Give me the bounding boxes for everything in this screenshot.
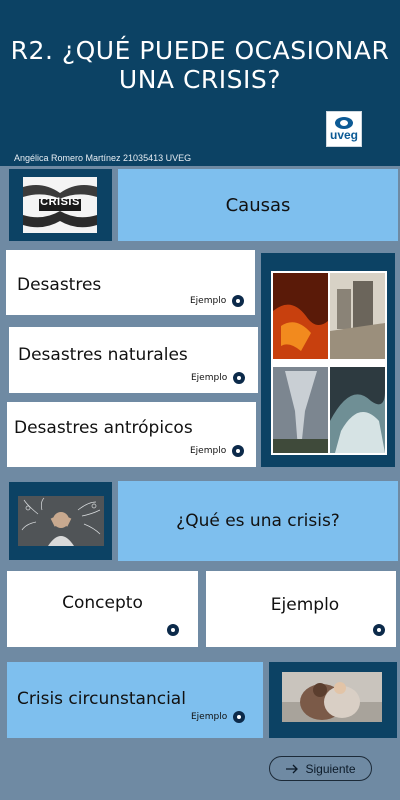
next-button-label: Siguiente [305,761,356,776]
natural-disasters-example-link[interactable]: Ejemplo [191,372,246,384]
example-label: Ejemplo [190,296,227,306]
example-label: Ejemplo [191,373,228,383]
uveg-logo-mark-icon [335,117,353,129]
natural-disasters-card[interactable]: Desastres naturales Ejemplo [9,327,258,393]
causes-card[interactable]: Causas [118,169,398,241]
concept-card[interactable]: Concepto [7,571,198,647]
header: R2. ¿QUÉ PUEDE OCASIONAR UNA CRISIS? uve… [0,0,400,166]
whatis-card[interactable]: ¿Qué es una crisis? [118,481,398,561]
natural-disasters-label: Desastres naturales [18,345,188,365]
page-title: R2. ¿QUÉ PUEDE OCASIONAR UNA CRISIS? [0,36,400,94]
concept-label: Concepto [62,593,143,613]
circumstantial-example-link[interactable]: Ejemplo [191,711,246,723]
disasters-label: Desastres [17,275,102,295]
uveg-logo-text: uveg [329,128,358,142]
disaster-collage [271,271,387,455]
circumstantial-label: Crisis circunstancial [17,689,186,709]
uveg-logo: uveg [326,111,362,147]
author-line: Angélica Romero Martínez 21035413 UVEG [14,153,192,163]
disaster-collage-frame [261,253,395,467]
eye-icon[interactable] [167,624,179,636]
anthropic-disasters-card[interactable]: Desastres antrópicos Ejemplo [7,402,256,467]
anthropic-disasters-label: Desastres antrópicos [14,418,193,438]
disasters-card[interactable]: Desastres Ejemplo [6,250,255,315]
page-title-line2: UNA CRISIS? [118,65,282,94]
causes-image-frame: CRISIS [9,169,112,241]
causes-label: Causas [225,195,291,216]
eye-icon[interactable] [233,711,246,723]
crisis-image-text: CRISIS [40,196,80,208]
eye-icon[interactable] [232,445,245,457]
eye-icon[interactable] [373,624,385,636]
hug-image [282,672,382,722]
example-card-label: Ejemplo [270,595,340,615]
crisis-image: CRISIS [23,177,97,233]
anthropic-disasters-example-link[interactable]: Ejemplo [190,445,245,457]
whatis-label: ¿Qué es una crisis? [176,511,340,531]
eye-icon[interactable] [233,372,246,384]
hug-image-frame [269,662,397,738]
example-label: Ejemplo [190,446,227,456]
page-title-line1: R2. ¿QUÉ PUEDE OCASIONAR [10,36,390,65]
whatis-image-frame [9,482,112,560]
stressed-person-image [18,496,104,546]
circumstantial-card[interactable]: Crisis circunstancial Ejemplo [7,662,263,738]
next-button[interactable]: Siguiente [269,756,372,781]
arrow-right-icon [286,764,299,773]
disasters-example-link[interactable]: Ejemplo [190,295,245,307]
eye-icon[interactable] [232,295,245,307]
example-card[interactable]: Ejemplo [206,571,396,647]
example-label: Ejemplo [191,712,228,722]
